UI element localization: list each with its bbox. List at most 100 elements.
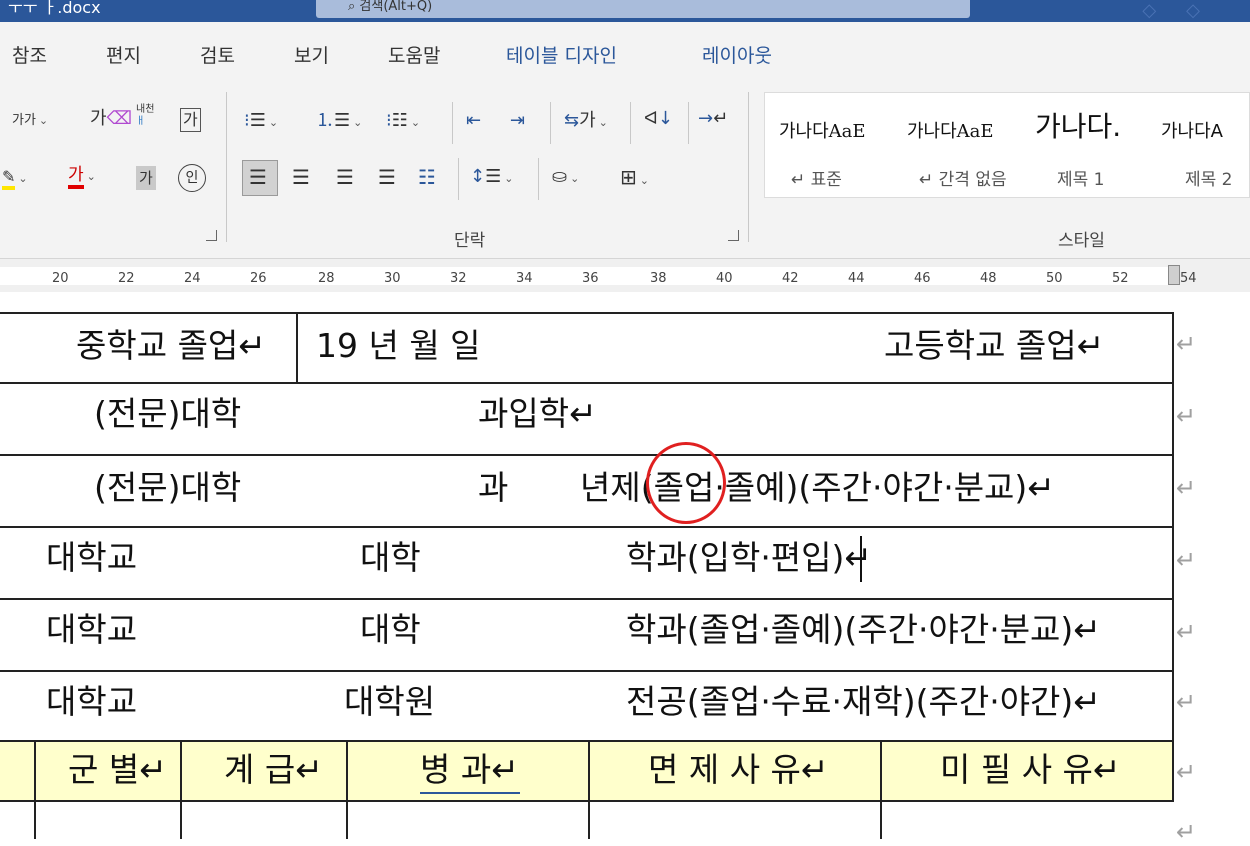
table-cell[interactable]: 중학교 졸업↵ bbox=[76, 326, 266, 366]
header-cell[interactable]: 면 제 사 유↵ bbox=[648, 750, 829, 790]
ruler-tick: 48 bbox=[980, 271, 997, 286]
style-no-spacing[interactable]: 가나다AaE ↵ 간격 없음 bbox=[895, 93, 1021, 197]
tab-table-design[interactable]: 테이블 디자인 bbox=[506, 41, 617, 68]
tab-help[interactable]: 도움말 bbox=[388, 41, 440, 68]
enclose-char-icon[interactable]: 인 bbox=[178, 164, 206, 192]
multilevel-list-icon[interactable]: ⁝☷ ⌄ bbox=[386, 110, 420, 134]
ruler-tick: 46 bbox=[914, 271, 931, 286]
table-cell[interactable]: 대학교 bbox=[46, 538, 137, 578]
table-cell[interactable]: 과 bbox=[478, 468, 508, 508]
table-cell[interactable]: 대학원 bbox=[344, 682, 435, 722]
separator bbox=[550, 102, 551, 144]
row-end-mark: ↵ bbox=[1176, 618, 1197, 646]
separator bbox=[452, 102, 453, 144]
separator bbox=[630, 102, 631, 144]
cell-border bbox=[296, 312, 298, 384]
clear-format-icon[interactable]: 가⌫ bbox=[90, 108, 132, 130]
decrease-indent-icon[interactable]: ⇤ bbox=[466, 110, 481, 132]
table-cell[interactable]: 대학 bbox=[360, 538, 421, 578]
char-shading-icon[interactable]: 가 bbox=[136, 166, 156, 190]
separator bbox=[458, 158, 459, 200]
show-marks-icon[interactable]: →↵ bbox=[698, 108, 728, 130]
paragraph-group-label: 단락 bbox=[454, 231, 486, 251]
style-preview: 가나다AaE bbox=[907, 121, 994, 142]
table-cell[interactable]: 고등학교 졸업↵ bbox=[884, 326, 1104, 366]
font-color-icon[interactable]: 가 ⌄ bbox=[68, 164, 96, 189]
header-cell[interactable]: 계 급↵ bbox=[224, 750, 323, 790]
header-cell[interactable]: 미 필 사 유↵ bbox=[940, 750, 1121, 790]
shading-icon[interactable]: ⛀ ⌄ bbox=[552, 166, 579, 190]
ruler-tick: 22 bbox=[118, 271, 135, 286]
table-cell[interactable]: 학과(입학·편입)↵ bbox=[626, 538, 872, 578]
cell-border bbox=[34, 740, 36, 839]
align-left-icon: ☰ bbox=[249, 165, 267, 189]
ruler-tick: 54 bbox=[1180, 271, 1197, 286]
justify-icon[interactable]: ☰ bbox=[378, 166, 396, 188]
bullets-icon[interactable]: ⁝☰ ⌄ bbox=[244, 110, 278, 134]
separator bbox=[748, 92, 749, 242]
clear-format-label: 가 bbox=[90, 108, 107, 129]
table-cell[interactable]: 19 년 월 일 bbox=[316, 326, 481, 366]
font-size-button[interactable]: 가가 ⌄ bbox=[12, 110, 48, 132]
align-right-icon[interactable]: ☰ bbox=[336, 166, 354, 188]
tab-references[interactable]: 참조 bbox=[12, 41, 47, 68]
tab-layout[interactable]: 레이아웃 bbox=[702, 41, 772, 68]
separator bbox=[226, 92, 227, 242]
sort-icon[interactable]: ᐊ↓ bbox=[644, 108, 673, 130]
char-border-icon[interactable]: 가 bbox=[180, 108, 201, 132]
table-cell[interactable]: 과입학↵ bbox=[478, 394, 597, 434]
highlight-color-icon[interactable]: ✎ ⌄ bbox=[2, 166, 28, 190]
row-end-mark: ↵ bbox=[1176, 758, 1197, 786]
style-normal[interactable]: 가나다AaE ↵ 표준 bbox=[765, 93, 895, 197]
distribute-icon[interactable]: ☷ bbox=[418, 166, 436, 188]
text-direction-icon[interactable]: ⇆가 ⌄ bbox=[564, 110, 608, 134]
row-end-mark: ↵ bbox=[1176, 818, 1197, 846]
ruler-tick: 36 bbox=[582, 271, 599, 286]
style-heading-2[interactable]: 가나다A 제목 2 bbox=[1147, 93, 1250, 197]
ruler-tick: 30 bbox=[384, 271, 401, 286]
table-cell[interactable]: 대학교 bbox=[46, 682, 137, 722]
row-end-mark: ↵ bbox=[1176, 474, 1197, 502]
ruler-tick: 42 bbox=[782, 271, 799, 286]
row-end-mark: ↵ bbox=[1176, 402, 1197, 430]
style-heading-1[interactable]: 가나다. 제목 1 bbox=[1021, 93, 1147, 197]
table-cell[interactable]: 전공(졸업·수료·재학)(주간·야간)↵ bbox=[626, 682, 1101, 722]
spellcheck-underline bbox=[420, 792, 520, 794]
separator bbox=[538, 158, 539, 200]
align-center-icon[interactable]: ☰ bbox=[292, 166, 310, 188]
tab-mailings[interactable]: 편지 bbox=[106, 41, 141, 68]
style-name: ↵ 간격 없음 bbox=[919, 170, 1007, 190]
numbering-icon[interactable]: ⒈☰ ⌄ bbox=[316, 110, 362, 134]
font-dialog-launcher[interactable] bbox=[206, 230, 217, 241]
right-indent-marker[interactable] bbox=[1168, 265, 1180, 285]
font-color-label: 가 bbox=[68, 165, 84, 189]
tab-review[interactable]: 검토 bbox=[200, 41, 235, 68]
paragraph-dialog-launcher[interactable] bbox=[728, 230, 739, 241]
row-end-mark: ↵ bbox=[1176, 688, 1197, 716]
search-box[interactable]: ⌕ 검색(Alt+Q) bbox=[316, 0, 970, 18]
table-cell[interactable]: (전문)대학 bbox=[94, 468, 241, 508]
tab-view[interactable]: 보기 bbox=[294, 41, 329, 68]
horizontal-ruler[interactable]: 20 22 24 26 28 30 32 34 36 38 40 42 44 4… bbox=[0, 258, 1250, 294]
phonetic-guide-icon[interactable]: 내천 ㅐ bbox=[136, 104, 154, 128]
table-cell[interactable]: 대학 bbox=[360, 610, 421, 650]
ribbon: 가가 ⌄ 가⌫ 내천 ㅐ 가 ✎ ⌄ 가 ⌄ 가 인 ⁝☰ ⌄ ⒈☰ ⌄ ⁝☷ ⌄ ⇤ ⇥ ⇆… bbox=[0, 88, 1250, 258]
header-cell[interactable]: 병 과↵ bbox=[420, 750, 519, 790]
ruler-tick: 34 bbox=[516, 271, 533, 286]
table-cell[interactable]: 대학교 bbox=[46, 610, 137, 650]
title-pattern: ◇◇ bbox=[1142, 0, 1230, 21]
style-preview: 가나다A bbox=[1161, 121, 1223, 142]
borders-icon[interactable]: ⊞ ⌄ bbox=[620, 166, 649, 192]
line-spacing-icon[interactable]: ↕☰ ⌄ bbox=[470, 166, 513, 190]
table-cell[interactable]: (전문)대학 bbox=[94, 394, 241, 434]
table-cell[interactable]: 학과(졸업·졸예)(주간·야간·분교)↵ bbox=[626, 610, 1101, 650]
ruler-tick: 40 bbox=[716, 271, 733, 286]
document-page[interactable]: 중학교 졸업↵ 19 년 월 일 고등학교 졸업↵ (전문)대학 과입학↵ (전… bbox=[0, 292, 1250, 846]
style-name: 제목 1 bbox=[1057, 170, 1105, 190]
style-preview: 가나다. bbox=[1035, 110, 1122, 143]
ruler-tick: 32 bbox=[450, 271, 467, 286]
ruler-tick: 52 bbox=[1112, 271, 1129, 286]
increase-indent-icon[interactable]: ⇥ bbox=[510, 110, 525, 132]
phonetic-label: 내천 bbox=[136, 104, 155, 115]
header-cell[interactable]: 군 별↵ bbox=[68, 750, 167, 790]
